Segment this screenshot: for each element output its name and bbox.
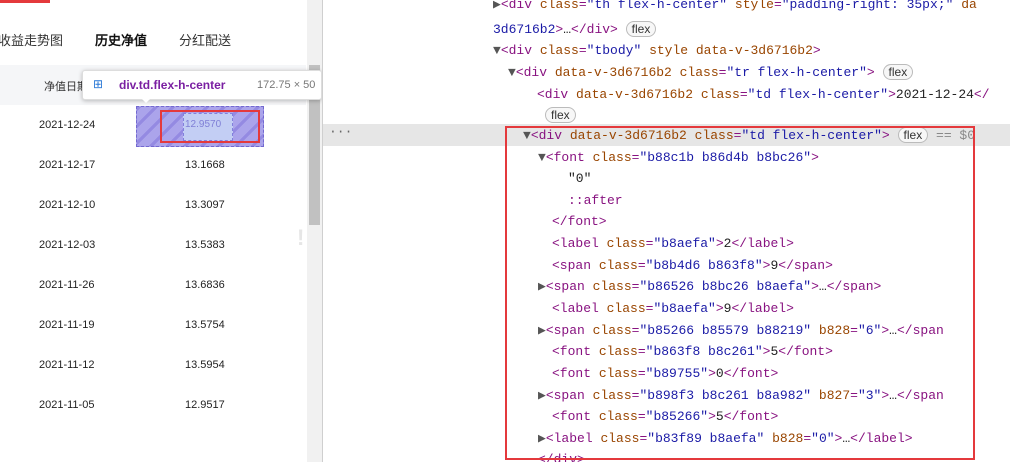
tab-history-nav[interactable]: 历史净值	[95, 30, 147, 49]
flex-badge[interactable]: flex	[625, 21, 657, 37]
row-date: 2021-12-17	[39, 159, 96, 171]
row-value: 13.5383	[185, 239, 225, 251]
row-date: 2021-12-03	[39, 239, 96, 251]
dom-line[interactable]: ▶<div class="th flex-h-center" style="pa…	[493, 0, 977, 15]
table-row: 2021-11-05 12.9517	[0, 386, 306, 426]
row-date: 2021-12-24	[39, 119, 96, 131]
row-value: 12.9517	[185, 399, 225, 411]
dom-line[interactable]: ▼<div data-v-3d6716b2 class="tr flex-h-c…	[508, 62, 914, 83]
row-date: 2021-11-19	[39, 319, 95, 331]
row-value: 13.1668	[185, 159, 225, 171]
row-value: 13.3097	[185, 199, 225, 211]
inspect-tooltip: ⊞ div.td.flex-h-center 172.75 × 50	[82, 70, 322, 100]
grid-icon: ⊞	[93, 77, 104, 91]
dom-line[interactable]: 3d6716b2>…</div> flex	[493, 19, 657, 40]
table-row: 2021-11-12 13.5954	[0, 346, 306, 386]
tooltip-size: 172.75 × 50	[257, 79, 316, 91]
row-value: 13.6836	[185, 279, 225, 291]
flex-badge[interactable]: flex	[882, 64, 914, 80]
table-row: 2021-12-03 13.5383	[0, 226, 306, 266]
row-value: 13.5954	[185, 359, 225, 371]
table-row: 2021-11-19 13.5754	[0, 306, 306, 346]
more-dots-icon[interactable]: ···	[329, 124, 352, 139]
dom-line[interactable]: ▼<div class="tbody" style data-v-3d6716b…	[493, 40, 821, 61]
table-row: 2021-12-17 13.1668	[0, 146, 306, 186]
table-row: 2021-12-10 13.3097	[0, 186, 306, 226]
row-date: 2021-12-10	[39, 199, 96, 211]
table-row: 2021-11-26 13.6836	[0, 266, 306, 306]
flex-badge[interactable]: flex	[545, 107, 576, 123]
annotation-box-right	[505, 126, 975, 460]
dom-line[interactable]: <div data-v-3d6716b2 class="td flex-h-ce…	[537, 84, 990, 105]
tooltip-selector: div.td.flex-h-center	[119, 78, 226, 92]
annotation-box-left	[160, 110, 260, 143]
dom-line[interactable]: flex	[545, 105, 576, 126]
row-date: 2021-11-05	[39, 399, 95, 411]
ghost-glyph: !	[297, 225, 305, 250]
row-date: 2021-11-26	[39, 279, 95, 291]
accent-line	[0, 0, 50, 3]
row-value: 13.5754	[185, 319, 225, 331]
tooltip-arrow	[140, 97, 152, 103]
tab-dividends[interactable]: 分红配送	[179, 30, 231, 49]
row-date: 2021-11-12	[39, 359, 95, 371]
tab-earnings-trend[interactable]: 收益走势图	[0, 30, 63, 49]
